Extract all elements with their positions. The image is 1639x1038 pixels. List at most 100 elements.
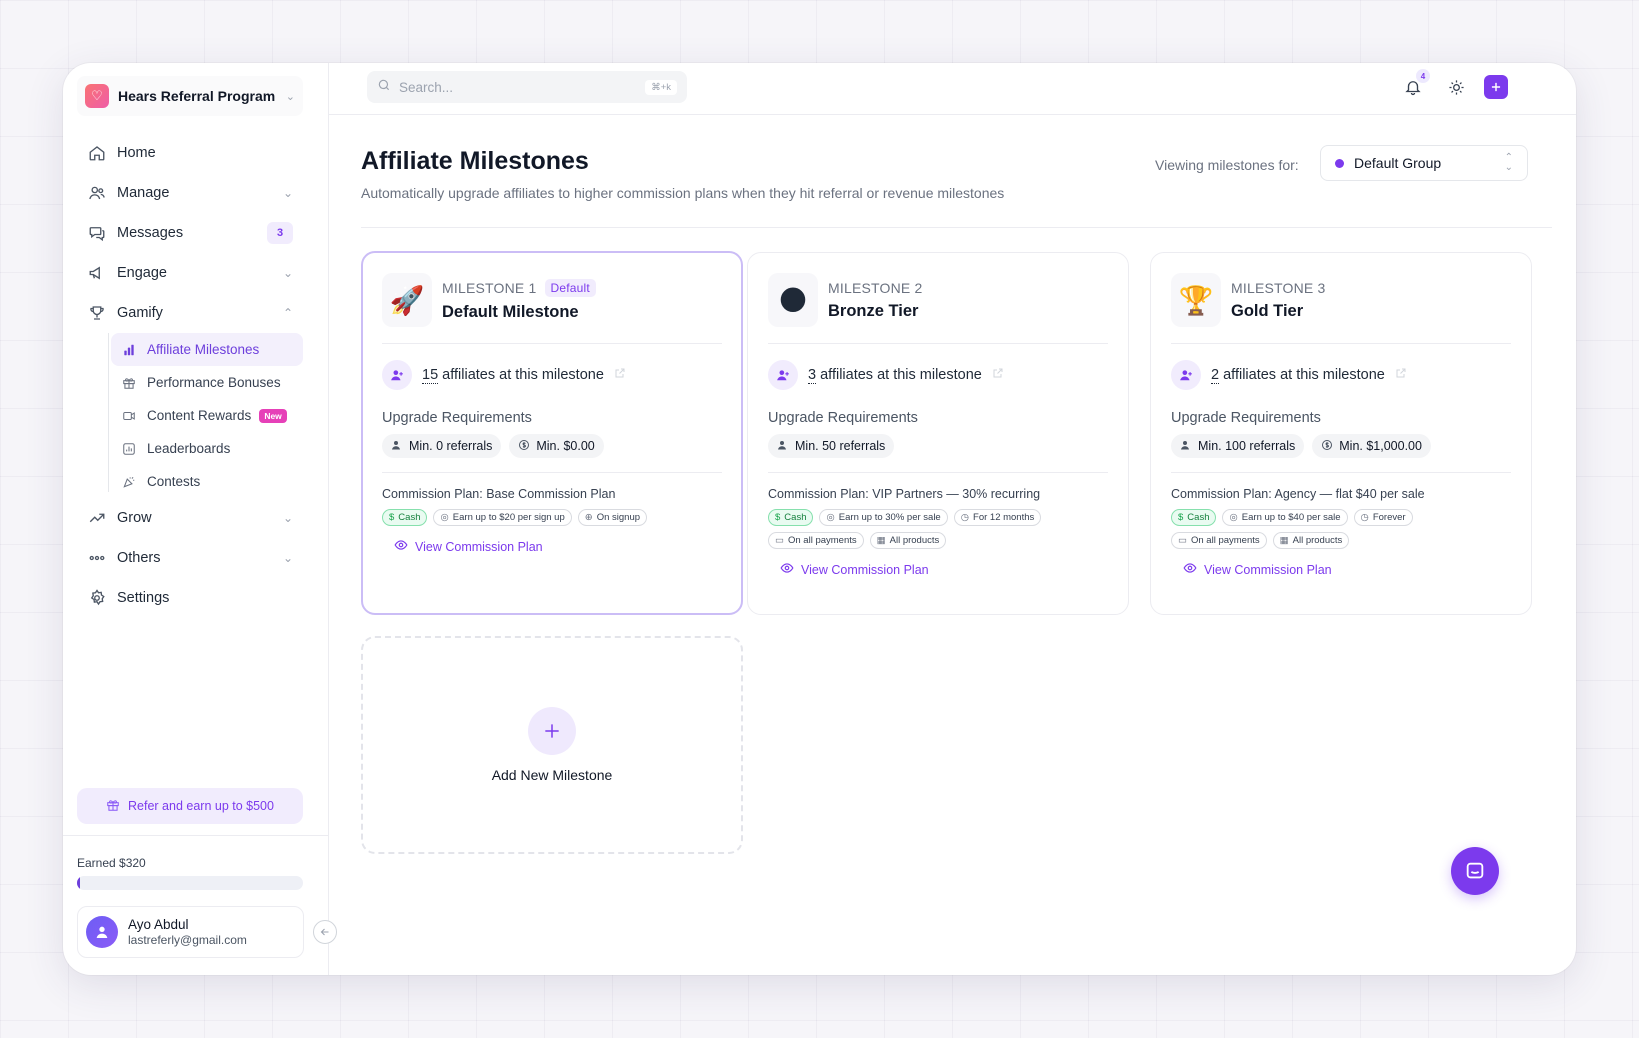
refer-and-earn-button[interactable]: Refer and earn up to $500 — [77, 788, 303, 824]
coin-icon: ◎ — [1229, 512, 1238, 523]
milestone-card[interactable]: 🌑 MILESTONE 2 Bronze Tier 3 affiliates a… — [747, 252, 1129, 615]
eye-icon — [1183, 561, 1197, 578]
nav-item-grow[interactable]: Grow ⌄ — [77, 498, 303, 538]
nav-item-engage[interactable]: Engage ⌄ — [77, 253, 303, 293]
nav-label: Grow — [117, 510, 152, 526]
milestone-card[interactable]: 🏆 MILESTONE 3 Gold Tier 2 affiliates at … — [1150, 252, 1532, 615]
gift-icon — [121, 375, 137, 391]
external-link-icon[interactable] — [614, 366, 626, 384]
sun-icon — [1449, 80, 1464, 95]
nav-label: Settings — [117, 590, 170, 606]
tag-earn: ◎ Earn up to $40 per sale — [1222, 509, 1348, 526]
group-select[interactable]: Default Group ⌃ ⌄ — [1320, 145, 1528, 181]
sub-label: Contests — [147, 474, 201, 489]
eye-icon — [394, 538, 408, 555]
sidebar-item-content-rewards[interactable]: Content Rewards New — [111, 399, 303, 432]
divider — [361, 227, 1552, 228]
new-badge: New — [259, 408, 287, 423]
milestone-name: Default Milestone — [442, 302, 579, 321]
affiliate-count-link[interactable]: 15 — [422, 367, 439, 384]
eye-icon — [780, 561, 794, 578]
sidebar-item-performance-bonuses[interactable]: Performance Bonuses — [111, 366, 303, 399]
nav-item-others[interactable]: Others ⌄ — [77, 538, 303, 578]
page-title: Affiliate Milestones — [361, 147, 589, 175]
search-bar[interactable]: ⌘+k — [367, 71, 687, 103]
requirement-pill: Min. $1,000.00 — [1312, 434, 1431, 458]
tag-trigger: ⊕ On signup — [577, 509, 648, 526]
video-icon — [121, 408, 137, 424]
chevron-down-icon: ⌄ — [285, 90, 295, 103]
create-button[interactable] — [1484, 75, 1508, 99]
clock-icon: ◷ — [960, 512, 970, 523]
card-icon: ▭ — [1178, 535, 1187, 546]
search-icon — [377, 78, 391, 97]
commission-plan-title: Commission Plan: Agency — flat $40 per s… — [1171, 487, 1425, 501]
nav-item-settings[interactable]: Settings — [77, 578, 303, 618]
gear-icon — [87, 588, 107, 608]
divider — [63, 835, 328, 836]
tag-cash: $ Cash — [768, 509, 814, 526]
tag-duration: ◷ For 12 months — [953, 509, 1042, 526]
user-email: lastreferly@gmail.com — [128, 933, 247, 947]
tag-duration: ◷ Forever — [1353, 509, 1413, 526]
earnings-progress-bar — [77, 876, 303, 890]
workspace-name: Hears Referral Program — [118, 88, 276, 104]
sidebar-item-leaderboards[interactable]: Leaderboards — [111, 432, 303, 465]
collapse-sidebar-button[interactable] — [313, 920, 337, 944]
home-icon — [87, 143, 107, 163]
page-subtitle: Automatically upgrade affiliates to high… — [361, 185, 1005, 201]
bar-chart-icon — [121, 342, 137, 358]
refer-label: Refer and earn up to $500 — [128, 799, 274, 813]
affiliate-count-link[interactable]: 2 — [1211, 367, 1220, 384]
gamify-subnav: Affiliate Milestones Performance Bonuses… — [108, 333, 303, 498]
nav-item-home[interactable]: Home — [77, 133, 303, 173]
sidebar-item-affiliate-milestones[interactable]: Affiliate Milestones — [111, 333, 303, 366]
user-plus-icon — [1171, 360, 1201, 390]
chat-support-button[interactable] — [1451, 847, 1499, 895]
add-milestone-card[interactable]: Add New Milestone — [361, 636, 743, 854]
default-badge: Default — [544, 278, 596, 297]
view-commission-plan-link[interactable]: View Commission Plan — [768, 561, 1108, 578]
tag-payments: ▭ On all payments — [768, 532, 864, 549]
view-commission-plan-link[interactable]: View Commission Plan — [1171, 561, 1511, 578]
nav-item-gamify[interactable]: Gamify ⌃ — [77, 293, 303, 333]
search-input[interactable] — [399, 79, 639, 95]
gift-icon — [106, 798, 120, 815]
nav-item-messages[interactable]: Messages 3 — [77, 213, 303, 253]
nav-label: Others — [117, 550, 161, 566]
nav-label: Engage — [117, 265, 167, 281]
external-link-icon[interactable] — [1395, 366, 1407, 384]
moon-icon: 🌑 — [768, 273, 818, 327]
coin-icon: ◎ — [440, 512, 449, 523]
sub-label: Affiliate Milestones — [147, 342, 260, 357]
requirements-title: Upgrade Requirements — [1171, 410, 1321, 426]
tag-cash: $ Cash — [382, 509, 428, 526]
nav-label: Home — [117, 145, 156, 161]
nav-item-manage[interactable]: Manage ⌄ — [77, 173, 303, 213]
earned-label: Earned $320 — [77, 856, 146, 870]
megaphone-icon — [87, 263, 107, 283]
app-window: ♡ Hears Referral Program ⌄ Home Manage ⌄ — [63, 63, 1576, 975]
affiliate-count-link[interactable]: 3 — [808, 367, 817, 384]
main-nav: Home Manage ⌄ Messages 3 Engage ⌄ Gamify… — [77, 133, 303, 618]
sidebar-item-contests[interactable]: Contests — [111, 465, 303, 498]
dollar-circle-icon — [518, 439, 530, 454]
more-dots-icon — [87, 548, 107, 568]
user-plus-icon: ⊕ — [584, 512, 593, 523]
external-link-icon[interactable] — [992, 366, 1004, 384]
sidebar: ♡ Hears Referral Program ⌄ Home Manage ⌄ — [63, 63, 329, 975]
requirement-pill: Min. 0 referrals — [382, 434, 502, 458]
chevron-down-icon: ⌄ — [282, 511, 293, 525]
view-commission-plan-link[interactable]: View Commission Plan — [382, 538, 722, 555]
milestone-card[interactable]: 🚀 MILESTONE 1 Default Default Milestone 1… — [361, 251, 743, 615]
trophy-icon: 🏆 — [1171, 273, 1221, 327]
card-icon: ▭ — [775, 535, 784, 546]
theme-toggle-button[interactable] — [1448, 79, 1465, 101]
user-profile-card[interactable]: Ayo Abdul lastreferly@gmail.com — [77, 906, 304, 958]
grid-icon: ▦ — [1279, 535, 1289, 546]
users-icon — [87, 183, 107, 203]
workspace-switcher[interactable]: ♡ Hears Referral Program ⌄ — [77, 76, 303, 116]
user-plus-icon — [768, 360, 798, 390]
sub-label: Performance Bonuses — [147, 375, 281, 390]
users-icon — [777, 439, 789, 454]
